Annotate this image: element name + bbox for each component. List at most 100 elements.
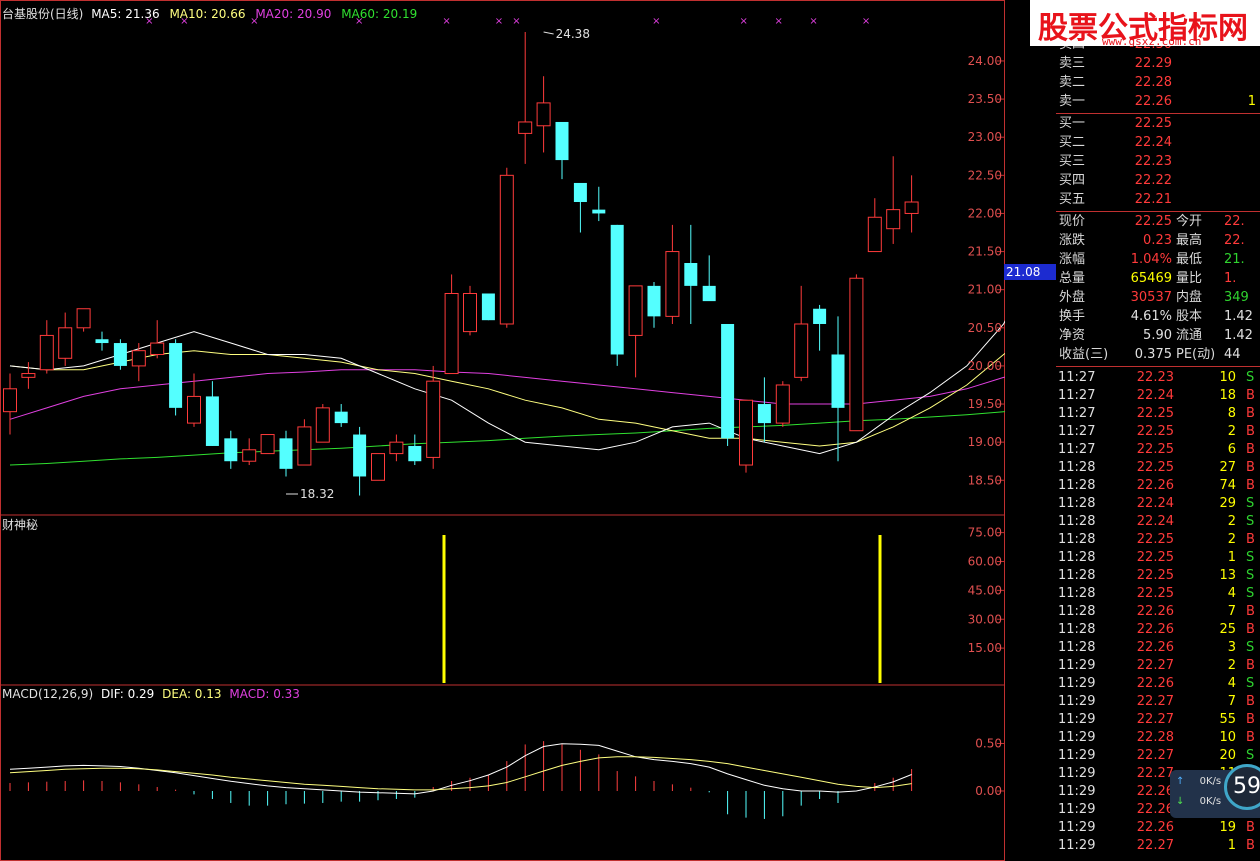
candle-body-up [315, 407, 330, 443]
price-axis-label: 23.00 [968, 130, 1002, 144]
stat-row: 换手 4.61% 股本 1.42 [1056, 308, 1260, 326]
tick-side: S [1246, 676, 1255, 691]
tick-time: 11:29 [1058, 694, 1096, 709]
upload-speed: 0K/s [1199, 776, 1222, 787]
network-speed-widget[interactable]: ↑ 0K/s ↓ 0K/s 59 [1170, 764, 1260, 818]
candle-body-up [794, 323, 809, 378]
stat-row: 收益(三) 0.375 PE(动) 44 [1056, 346, 1260, 364]
tick-side: S [1246, 496, 1255, 511]
macd-axis-label: 0.00 [975, 784, 1002, 798]
tick-price: 22.25 [1136, 442, 1174, 457]
tick-volume: 20 [1219, 748, 1236, 763]
tick-price: 22.27 [1136, 748, 1174, 763]
tick-side: S [1246, 370, 1255, 385]
signal-marker: × [774, 16, 782, 27]
candle-body-up [886, 209, 901, 230]
tick-price: 22.23 [1136, 370, 1174, 385]
tick-price: 22.24 [1136, 514, 1174, 529]
candle-body-up [426, 380, 441, 458]
level-price: 22.21 [1134, 192, 1172, 207]
tick-time: 11:27 [1058, 388, 1096, 403]
candle-body-up [463, 292, 477, 333]
candle-body-down [573, 182, 587, 203]
tick-price: 22.27 [1136, 694, 1174, 709]
indicator-axis-label: 45.00 [968, 583, 1002, 597]
tick-row: 11:29 22.27 55 B [1056, 711, 1260, 729]
tick-side: S [1246, 568, 1255, 583]
candle-body-up [242, 449, 257, 462]
tick-price: 22.25 [1136, 568, 1174, 583]
tick-row: 11:29 22.27 2 B [1056, 657, 1260, 675]
stat-label: 流通 [1176, 328, 1203, 343]
stat-label: 净资 [1059, 328, 1086, 343]
tick-volume: 4 [1227, 586, 1236, 601]
tick-time: 11:27 [1058, 424, 1096, 439]
tick-row: 11:29 22.26 4 S [1056, 675, 1260, 693]
tick-side: B [1246, 820, 1255, 835]
macd-value-label: MACD: 0.33 [229, 687, 300, 701]
candle-body-down [224, 438, 238, 462]
tick-volume: 10 [1219, 730, 1236, 745]
tick-time: 11:29 [1058, 730, 1096, 745]
tick-price: 22.26 [1136, 640, 1174, 655]
level-price: 22.24 [1134, 135, 1172, 150]
high-price-label: 24.38 [556, 27, 590, 41]
tick-time: 11:27 [1058, 442, 1096, 457]
ma20-label: MA20: 20.90 [255, 7, 332, 21]
level-price: 22.28 [1134, 75, 1172, 90]
candle-body-up [21, 373, 36, 378]
tick-volume: 1 [1227, 550, 1236, 565]
stock-name: 台基股份(日线) [2, 7, 84, 21]
signal-marker: × [862, 16, 870, 27]
tick-side: B [1246, 658, 1255, 673]
tick-row: 11:27 22.25 2 B [1056, 423, 1260, 441]
stat-value: 1.42 [1224, 328, 1253, 343]
buy-level: 买三 22.23 [1056, 153, 1260, 171]
tick-price: 22.27 [1136, 712, 1174, 727]
sell-level: 卖二 22.28 [1056, 74, 1260, 92]
download-speed: 0K/s [1199, 796, 1222, 807]
stat-row: 总量 65469 量比 1. [1056, 270, 1260, 288]
tick-side: B [1246, 622, 1255, 637]
candle-body-down [647, 285, 661, 317]
tick-volume: 1 [1227, 838, 1236, 853]
price-axis-label: 19.50 [968, 397, 1002, 411]
tick-side: B [1246, 730, 1255, 745]
tick-volume: 25 [1219, 622, 1236, 637]
tick-time: 11:28 [1058, 496, 1096, 511]
candle-body-down [481, 293, 495, 321]
kline-chart[interactable]: 24.00 23.50 23.00 22.50 22.00 21.50 21.00 20.50… [0, 0, 1005, 861]
tick-row: 11:28 22.25 2 B [1056, 531, 1260, 549]
price-axis-label: 20.50 [968, 321, 1002, 335]
buy-level: 买五 22.21 [1056, 191, 1260, 209]
buy-level: 买二 22.24 [1056, 134, 1260, 152]
candle-body-up [739, 399, 753, 466]
tick-time: 11:29 [1058, 676, 1096, 691]
tick-time: 11:28 [1058, 568, 1096, 583]
candle-body-down [813, 308, 827, 324]
level-label: 卖一 [1059, 94, 1086, 109]
quote-panel: 卖四22.30卖三22.29卖二22.28卖一22.261买一22.25买二22… [1056, 0, 1260, 861]
stat-value: 4.61% [1130, 309, 1172, 324]
stat-label: PE(动) [1176, 347, 1216, 362]
tick-price: 22.26 [1136, 604, 1174, 619]
tick-row: 11:29 22.27 7 B [1056, 693, 1260, 711]
tick-side: B [1246, 532, 1255, 547]
tick-volume: 10 [1219, 370, 1236, 385]
upload-arrow-icon: ↑ [1176, 776, 1185, 787]
tick-volume: 55 [1219, 712, 1236, 727]
level-label: 买四 [1059, 173, 1086, 188]
tick-price: 22.25 [1136, 532, 1174, 547]
tick-row: 11:28 22.26 74 B [1056, 477, 1260, 495]
buy-level: 买一 22.25 [1056, 115, 1260, 133]
tick-row: 11:29 22.26 19 B [1056, 819, 1260, 837]
price-axis-label: 19.00 [968, 435, 1002, 449]
dif-label: DIF: 0.29 [100, 687, 155, 701]
candle-body-down [757, 404, 771, 424]
tick-volume: 7 [1227, 604, 1236, 619]
tick-side: B [1246, 478, 1255, 493]
candle-body-up [76, 308, 91, 329]
stat-value: 22. [1224, 214, 1245, 229]
download-arrow-icon: ↓ [1176, 796, 1185, 807]
candle-body-up [3, 388, 17, 413]
